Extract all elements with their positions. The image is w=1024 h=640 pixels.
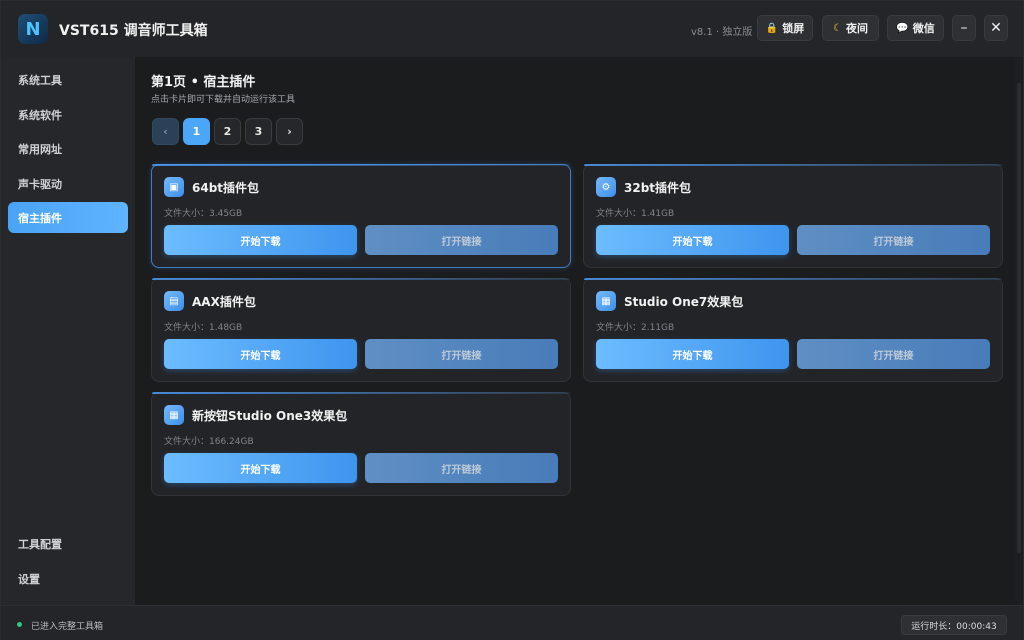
start-download-button[interactable]: 开始下载 — [164, 339, 357, 369]
start-download-button[interactable]: 开始下载 — [164, 453, 357, 483]
start-download-button[interactable]: 开始下载 — [596, 225, 789, 255]
grid-icon: ▦ — [164, 405, 184, 425]
window-icon: ▣ — [164, 177, 184, 197]
page-title: 第1页 • 宿主插件 — [151, 75, 256, 90]
status-indicator-dot — [17, 622, 22, 627]
open-link-button[interactable]: 打开链接 — [797, 339, 990, 369]
scrollbar[interactable] — [1017, 83, 1021, 553]
open-link-button[interactable]: 打开链接 — [365, 225, 558, 255]
night-mode-button[interactable]: ☾ 夜间 — [822, 15, 879, 41]
lock-screen-button[interactable]: 🔒 锁屏 — [757, 15, 813, 41]
lock-screen-label: 锁屏 — [782, 22, 805, 35]
plugin-card[interactable]: ⚙ 32bt插件包 文件大小：1.41GB 开始下载 打开链接 — [583, 164, 1003, 268]
wechat-label: 微信 — [912, 22, 935, 35]
app-window: N VST615 调音师工具箱 v8.1 · 独立版 🔒 锁屏 ☾ 夜间 💬 微… — [0, 0, 1024, 640]
page-subtitle: 点击卡片即可下载并自动运行该工具 — [151, 95, 296, 105]
night-mode-label: 夜间 — [845, 22, 868, 35]
document-icon: ▤ — [164, 291, 184, 311]
start-download-button[interactable]: 开始下载 — [596, 339, 789, 369]
card-file-size: 文件大小：3.45GB — [164, 209, 243, 219]
sidebar-item-tool-config[interactable]: 工具配置 — [8, 528, 128, 559]
sidebar-item-system-software[interactable]: 系统软件 — [8, 99, 128, 130]
pager-page-3[interactable]: 3 — [245, 118, 272, 145]
card-title: 64bt插件包 — [192, 181, 260, 195]
sidebar-item-host-plugins[interactable]: 宿主插件 — [8, 202, 128, 233]
pager-page-2[interactable]: 2 — [214, 118, 241, 145]
gear-icon: ⚙ — [596, 177, 616, 197]
card-title: 新按钮Studio One3效果包 — [192, 409, 348, 423]
close-button[interactable]: ✕ — [984, 15, 1008, 41]
card-file-size: 文件大小：2.11GB — [596, 323, 675, 333]
plugin-card[interactable]: ▤ AAX插件包 文件大小：1.48GB 开始下载 打开链接 — [151, 278, 571, 382]
status-bar: 已进入完整工具箱 运行时长：00:00:43 — [1, 605, 1023, 640]
pager-next-button[interactable]: › — [276, 118, 303, 145]
title-bar[interactable]: N VST615 调音师工具箱 v8.1 · 独立版 🔒 锁屏 ☾ 夜间 💬 微… — [1, 1, 1023, 57]
minimize-button[interactable]: – — [952, 15, 976, 41]
open-link-button[interactable]: 打开链接 — [365, 453, 558, 483]
app-title: VST615 调音师工具箱 — [59, 23, 208, 39]
open-link-button[interactable]: 打开链接 — [797, 225, 990, 255]
plugin-card[interactable]: ▣ 64bt插件包 文件大小：3.45GB 开始下载 打开链接 — [151, 164, 571, 268]
card-file-size: 文件大小：1.41GB — [596, 209, 675, 219]
app-logo: N — [18, 14, 48, 44]
runtime-display: 运行时长：00:00:43 — [901, 615, 1007, 635]
sidebar-item-sound-card-drivers[interactable]: 声卡驱动 — [8, 168, 128, 199]
open-link-button[interactable]: 打开链接 — [365, 339, 558, 369]
sidebar-item-settings[interactable]: 设置 — [8, 563, 128, 594]
sidebar-item-system-tools[interactable]: 系统工具 — [8, 64, 128, 95]
card-file-size: 文件大小：166.24GB — [164, 437, 254, 447]
pager-page-1[interactable]: 1 — [183, 118, 210, 145]
wechat-button[interactable]: 💬 微信 — [887, 15, 944, 41]
card-file-size: 文件大小：1.48GB — [164, 323, 243, 333]
grid-icon: ▦ — [596, 291, 616, 311]
sidebar-item-common-urls[interactable]: 常用网址 — [8, 133, 128, 164]
plugin-card[interactable]: ▦ 新按钮Studio One3效果包 文件大小：166.24GB 开始下载 打… — [151, 392, 571, 496]
lock-icon: 🔒 — [765, 22, 779, 34]
pager-prev-button[interactable]: ‹ — [152, 118, 179, 145]
chat-bubble-icon: 💬 — [896, 22, 909, 34]
status-text: 已进入完整工具箱 — [31, 622, 104, 632]
card-title: AAX插件包 — [192, 295, 256, 309]
start-download-button[interactable]: 开始下载 — [164, 225, 357, 255]
card-title: Studio One7效果包 — [624, 295, 744, 309]
card-title: 32bt插件包 — [624, 181, 692, 195]
version-label: v8.1 · 独立版 — [691, 27, 753, 38]
moon-icon: ☾ — [833, 22, 842, 34]
plugin-card[interactable]: ▦ Studio One7效果包 文件大小：2.11GB 开始下载 打开链接 — [583, 278, 1003, 382]
